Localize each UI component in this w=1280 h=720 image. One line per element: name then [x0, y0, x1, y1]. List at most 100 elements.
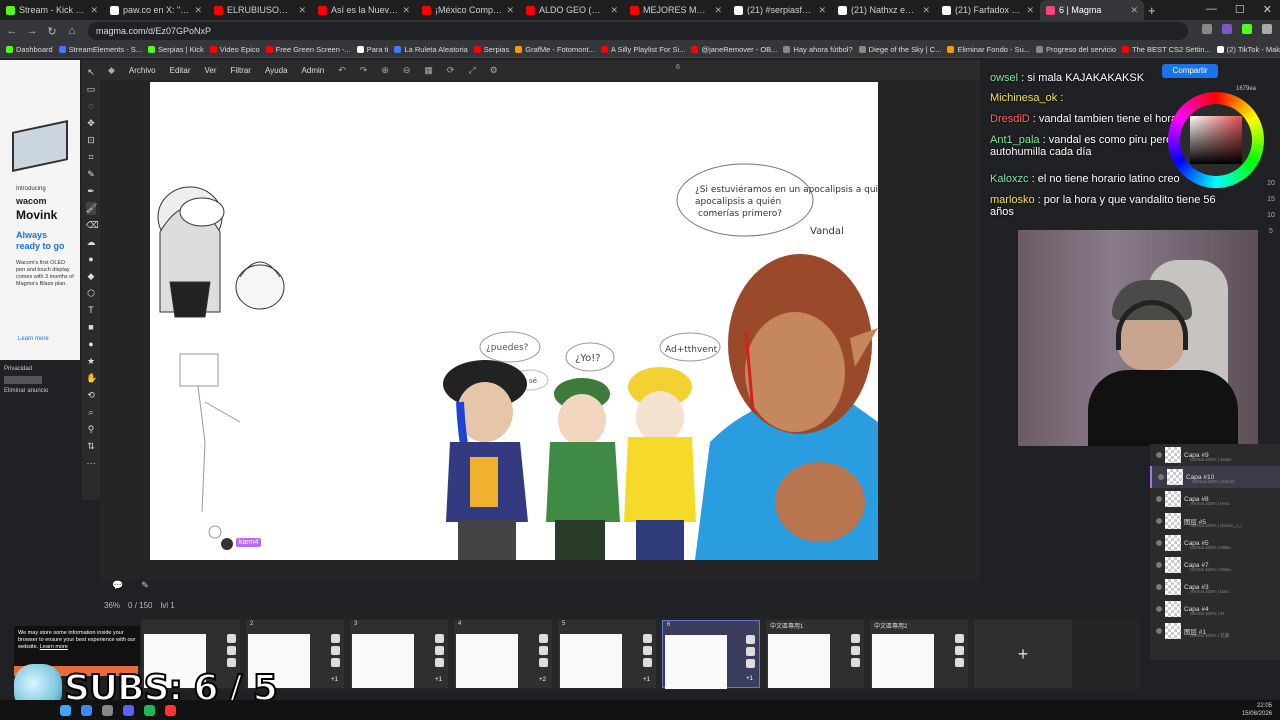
- zoom-out-icon[interactable]: ⊖: [403, 65, 411, 76]
- zoom-level[interactable]: 36%: [104, 601, 120, 610]
- size-up-icon[interactable]: 20: [1264, 180, 1278, 187]
- pen-icon[interactable]: ✒: [86, 185, 96, 198]
- forward-icon[interactable]: →: [24, 25, 40, 37]
- tab-close-icon[interactable]: ✕: [922, 5, 930, 16]
- chat-icon[interactable]: 💬: [112, 580, 123, 591]
- redo-icon[interactable]: ↷: [360, 65, 368, 76]
- bookmark[interactable]: StreamElements - S...: [58, 45, 142, 54]
- bookmark[interactable]: A Silly Playlist For Si...: [600, 45, 685, 54]
- layer-visibility-icon[interactable]: [1156, 452, 1162, 458]
- layer-visibility-icon[interactable]: [1158, 474, 1164, 480]
- layer-row[interactable]: Capa #3 normal 100% | tano: [1150, 576, 1280, 598]
- browser-tab[interactable]: (21) #serpiasfanart - Busc ✕: [728, 0, 832, 20]
- app-icon[interactable]: [165, 704, 176, 716]
- star-icon[interactable]: ★: [86, 355, 96, 368]
- undo-icon[interactable]: ↶: [338, 65, 346, 76]
- bookmark[interactable]: The BEST CS2 Settin...: [1122, 45, 1211, 54]
- settings-icon[interactable]: ⚙: [490, 65, 498, 76]
- hex-value[interactable]: 1679ea: [1236, 86, 1256, 92]
- browser-tab[interactable]: 6 | Magma ✕: [1040, 0, 1144, 20]
- layer-visibility-icon[interactable]: [1156, 540, 1162, 546]
- extension-icon[interactable]: [1202, 24, 1212, 34]
- tab-close-icon[interactable]: ✕: [714, 5, 722, 16]
- browser-tab[interactable]: ALDO GEO (CONFRONTA ✕: [520, 0, 624, 20]
- size-min-icon[interactable]: 5: [1264, 228, 1278, 235]
- profile-icon[interactable]: [1242, 24, 1252, 34]
- home-icon[interactable]: ⌂: [64, 25, 80, 37]
- ad-panel[interactable]: Introducing wacom Movink Always ready to…: [0, 60, 80, 360]
- browser-tab[interactable]: ¡México Compite en las Eli✕: [416, 0, 520, 20]
- menu-archivo[interactable]: Archivo: [129, 66, 156, 75]
- drawing-canvas[interactable]: ¿Si estuviéramos en un apocalipsis a qui…: [150, 82, 878, 560]
- tab-close-icon[interactable]: ✕: [506, 5, 514, 16]
- maximize-icon[interactable]: ☐: [1235, 3, 1245, 16]
- page-thumbnail[interactable]: 4 +2: [454, 620, 552, 688]
- browser-tab[interactable]: (21) Farfadox en X: "Tene ✕: [936, 0, 1040, 20]
- tab-close-icon[interactable]: ✕: [818, 5, 826, 16]
- text-icon[interactable]: T: [86, 304, 96, 317]
- bookmark[interactable]: Progreso del servicio: [1036, 45, 1116, 54]
- layer-row[interactable]: Capa #9 normal 100% | Saiko: [1150, 444, 1280, 466]
- page-thumbnail[interactable]: 5 +1: [558, 620, 656, 688]
- crop-icon[interactable]: ⌗: [86, 151, 96, 164]
- spotify-icon[interactable]: [144, 704, 155, 716]
- rotate-view-icon[interactable]: ⟳: [447, 65, 455, 76]
- tab-close-icon[interactable]: ✕: [194, 5, 202, 16]
- eraser-icon[interactable]: ⌫: [86, 219, 99, 232]
- hand-icon[interactable]: ✋: [86, 372, 97, 385]
- new-tab-icon[interactable]: +: [1148, 3, 1156, 18]
- size-low-icon[interactable]: 10: [1264, 212, 1278, 219]
- menu-editar[interactable]: Editar: [170, 66, 191, 75]
- bookmark[interactable]: Serpias: [473, 45, 509, 54]
- layer-row[interactable]: Capa #8 normal 100% | Hero: [1150, 488, 1280, 510]
- back-icon[interactable]: ←: [4, 25, 20, 37]
- browser-tab[interactable]: (21) Nathxz en X: "el mag✕: [832, 0, 936, 20]
- bookmark[interactable]: @janeRemover - OB...: [691, 45, 777, 54]
- blur-icon[interactable]: ●: [86, 253, 96, 266]
- tab-close-icon[interactable]: ✕: [298, 5, 306, 16]
- remove-ad-link[interactable]: Eliminar anuncio: [4, 388, 48, 394]
- explorer-icon[interactable]: [102, 704, 113, 716]
- menu-ver[interactable]: Ver: [205, 66, 217, 75]
- ad-learn-more-link[interactable]: Learn more: [18, 336, 49, 342]
- page-thumbnail[interactable]: 6 +1: [662, 620, 760, 689]
- layer-visibility-icon[interactable]: [1156, 496, 1162, 502]
- eyedropper-icon[interactable]: ⚲: [86, 423, 96, 436]
- bookmark[interactable]: Para ti: [356, 45, 388, 54]
- page-thumbnail[interactable]: 中文區專用1: [766, 620, 864, 688]
- discord-icon[interactable]: [123, 704, 134, 716]
- layer-visibility-icon[interactable]: [1156, 584, 1162, 590]
- bookmark[interactable]: Free Green Screen -...: [265, 45, 351, 54]
- menu-filtrar[interactable]: Filtrar: [231, 66, 251, 75]
- page-thumbnail[interactable]: 3 +1: [350, 620, 448, 688]
- tab-close-icon[interactable]: ✕: [1026, 5, 1034, 16]
- share-button[interactable]: Compartir: [1162, 64, 1218, 78]
- magma-logo-icon[interactable]: ◆: [108, 65, 115, 76]
- close-window-icon[interactable]: ✕: [1263, 3, 1272, 16]
- grid-icon[interactable]: ▦: [424, 65, 433, 76]
- ellipse-icon[interactable]: ●: [86, 338, 96, 351]
- tab-close-icon[interactable]: ✕: [90, 5, 98, 16]
- zoom-icon[interactable]: ⌕: [86, 406, 96, 419]
- rotate-icon[interactable]: ⟲: [86, 389, 96, 402]
- bookmark[interactable]: GrafMe - Fotomont...: [515, 45, 595, 54]
- fill-icon[interactable]: ◆: [86, 270, 96, 283]
- bookmark[interactable]: Hay ahora fútbol?: [783, 45, 853, 54]
- layer-visibility-icon[interactable]: [1156, 562, 1162, 568]
- cookie-learn-link[interactable]: Learn more: [40, 644, 68, 650]
- layer-row[interactable]: Capa #7 normal 100% | Milau: [1150, 554, 1280, 576]
- chrome-icon[interactable]: [81, 704, 92, 716]
- menu-icon[interactable]: [1262, 24, 1272, 34]
- select-rect-icon[interactable]: ▭: [86, 83, 96, 96]
- layer-visibility-icon[interactable]: [1156, 606, 1162, 612]
- add-page-button[interactable]: +: [974, 620, 1072, 688]
- pencil-icon[interactable]: ✎: [86, 168, 96, 181]
- bookmark[interactable]: Eliminar Fondo - Su...: [947, 45, 1030, 54]
- browser-tab[interactable]: paw.co en X: "@Serpias h ✕: [104, 0, 208, 20]
- layer-row[interactable]: 图层 #1 normal 100% | 花蓮: [1150, 620, 1280, 642]
- bookmark[interactable]: La Ruleta Aleatoria: [394, 45, 468, 54]
- rect-shape-icon[interactable]: ■: [86, 321, 96, 334]
- flip-icon[interactable]: ⇅: [86, 440, 96, 453]
- move-icon[interactable]: ✥: [86, 117, 96, 130]
- tab-close-icon[interactable]: ✕: [610, 5, 618, 16]
